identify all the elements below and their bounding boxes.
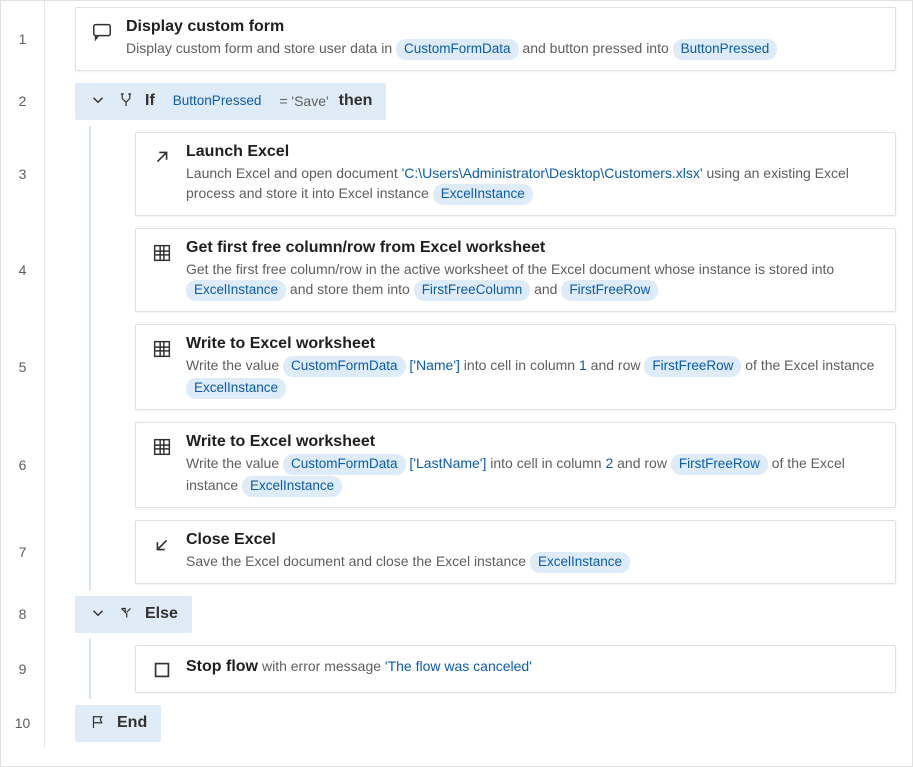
chevron-down-icon[interactable] [89, 91, 107, 112]
flag-icon [89, 713, 107, 734]
line-number: 7 [1, 514, 45, 590]
end-label: End [117, 714, 147, 732]
excel-grid-icon [150, 337, 174, 361]
action-get-first-free[interactable]: Get first free column/row from Excel wor… [135, 228, 896, 312]
if-label: If [145, 92, 155, 110]
variable-token[interactable]: ExcelInstance [186, 280, 286, 301]
action-description: Display custom form and store user data … [126, 38, 881, 60]
launch-icon [150, 145, 174, 169]
line-number: 5 [1, 318, 45, 416]
close-arrow-icon [150, 533, 174, 557]
variable-token[interactable]: FirstFreeRow [644, 356, 741, 377]
excel-grid-icon [150, 435, 174, 459]
end-block[interactable]: End [75, 705, 161, 742]
action-title: Display custom form [126, 18, 881, 36]
action-stop-flow[interactable]: Stop flow with error message 'The flow w… [135, 645, 896, 693]
action-close-excel[interactable]: Close Excel Save the Excel document and … [135, 520, 896, 584]
chevron-down-icon[interactable] [89, 604, 107, 625]
else-block[interactable]: Else [75, 596, 192, 633]
branch-icon [117, 91, 135, 112]
then-label: then [339, 92, 373, 110]
action-description: Write the value CustomFormData ['LastNam… [186, 453, 881, 497]
action-title: Get first free column/row from Excel wor… [186, 239, 881, 257]
action-title: Launch Excel [186, 143, 881, 161]
action-write-excel-name[interactable]: Write to Excel worksheet Write the value… [135, 324, 896, 410]
action-description: Get the first free column/row in the act… [186, 259, 881, 301]
variable-token[interactable]: CustomFormData [396, 39, 519, 60]
variable-token[interactable]: FirstFreeRow [671, 454, 768, 475]
excel-grid-icon [150, 241, 174, 265]
line-number: 2 [1, 77, 45, 126]
variable-token[interactable]: ExcelInstance [186, 378, 286, 399]
variable-token[interactable]: ExcelInstance [433, 184, 533, 205]
variable-token[interactable]: ButtonPressed [673, 39, 778, 60]
action-write-excel-lastname[interactable]: Write to Excel worksheet Write the value… [135, 422, 896, 508]
else-label: Else [145, 605, 178, 623]
variable-token[interactable]: CustomFormData [283, 454, 406, 475]
line-number: 6 [1, 416, 45, 514]
line-number: 1 [1, 1, 45, 77]
action-description: with error message 'The flow was cancele… [262, 656, 532, 676]
action-title: Write to Excel worksheet [186, 433, 881, 451]
message-icon [90, 20, 114, 44]
stop-icon [150, 658, 174, 682]
action-title: Write to Excel worksheet [186, 335, 881, 353]
action-display-custom-form[interactable]: Display custom form Display custom form … [75, 7, 896, 71]
line-number: 3 [1, 126, 45, 222]
if-block[interactable]: If ButtonPressed = 'Save' then [75, 83, 386, 120]
variable-token[interactable]: ButtonPressed [165, 91, 270, 112]
action-title: Close Excel [186, 531, 881, 549]
action-title: Stop flow [186, 658, 258, 676]
line-number: 8 [1, 590, 45, 639]
action-description: Write the value CustomFormData ['Name'] … [186, 355, 881, 399]
variable-token[interactable]: ExcelInstance [242, 476, 342, 497]
line-number: 10 [1, 699, 45, 748]
variable-token[interactable]: CustomFormData [283, 356, 406, 377]
action-launch-excel[interactable]: Launch Excel Launch Excel and open docum… [135, 132, 896, 216]
variable-token[interactable]: FirstFreeRow [561, 280, 658, 301]
action-description: Launch Excel and open document 'C:\Users… [186, 163, 881, 205]
line-number: 9 [1, 639, 45, 699]
variable-token[interactable]: FirstFreeColumn [414, 280, 531, 301]
line-number: 4 [1, 222, 45, 318]
variable-token[interactable]: ExcelInstance [530, 552, 630, 573]
action-description: Save the Excel document and close the Ex… [186, 551, 881, 573]
else-branch-icon [117, 604, 135, 625]
